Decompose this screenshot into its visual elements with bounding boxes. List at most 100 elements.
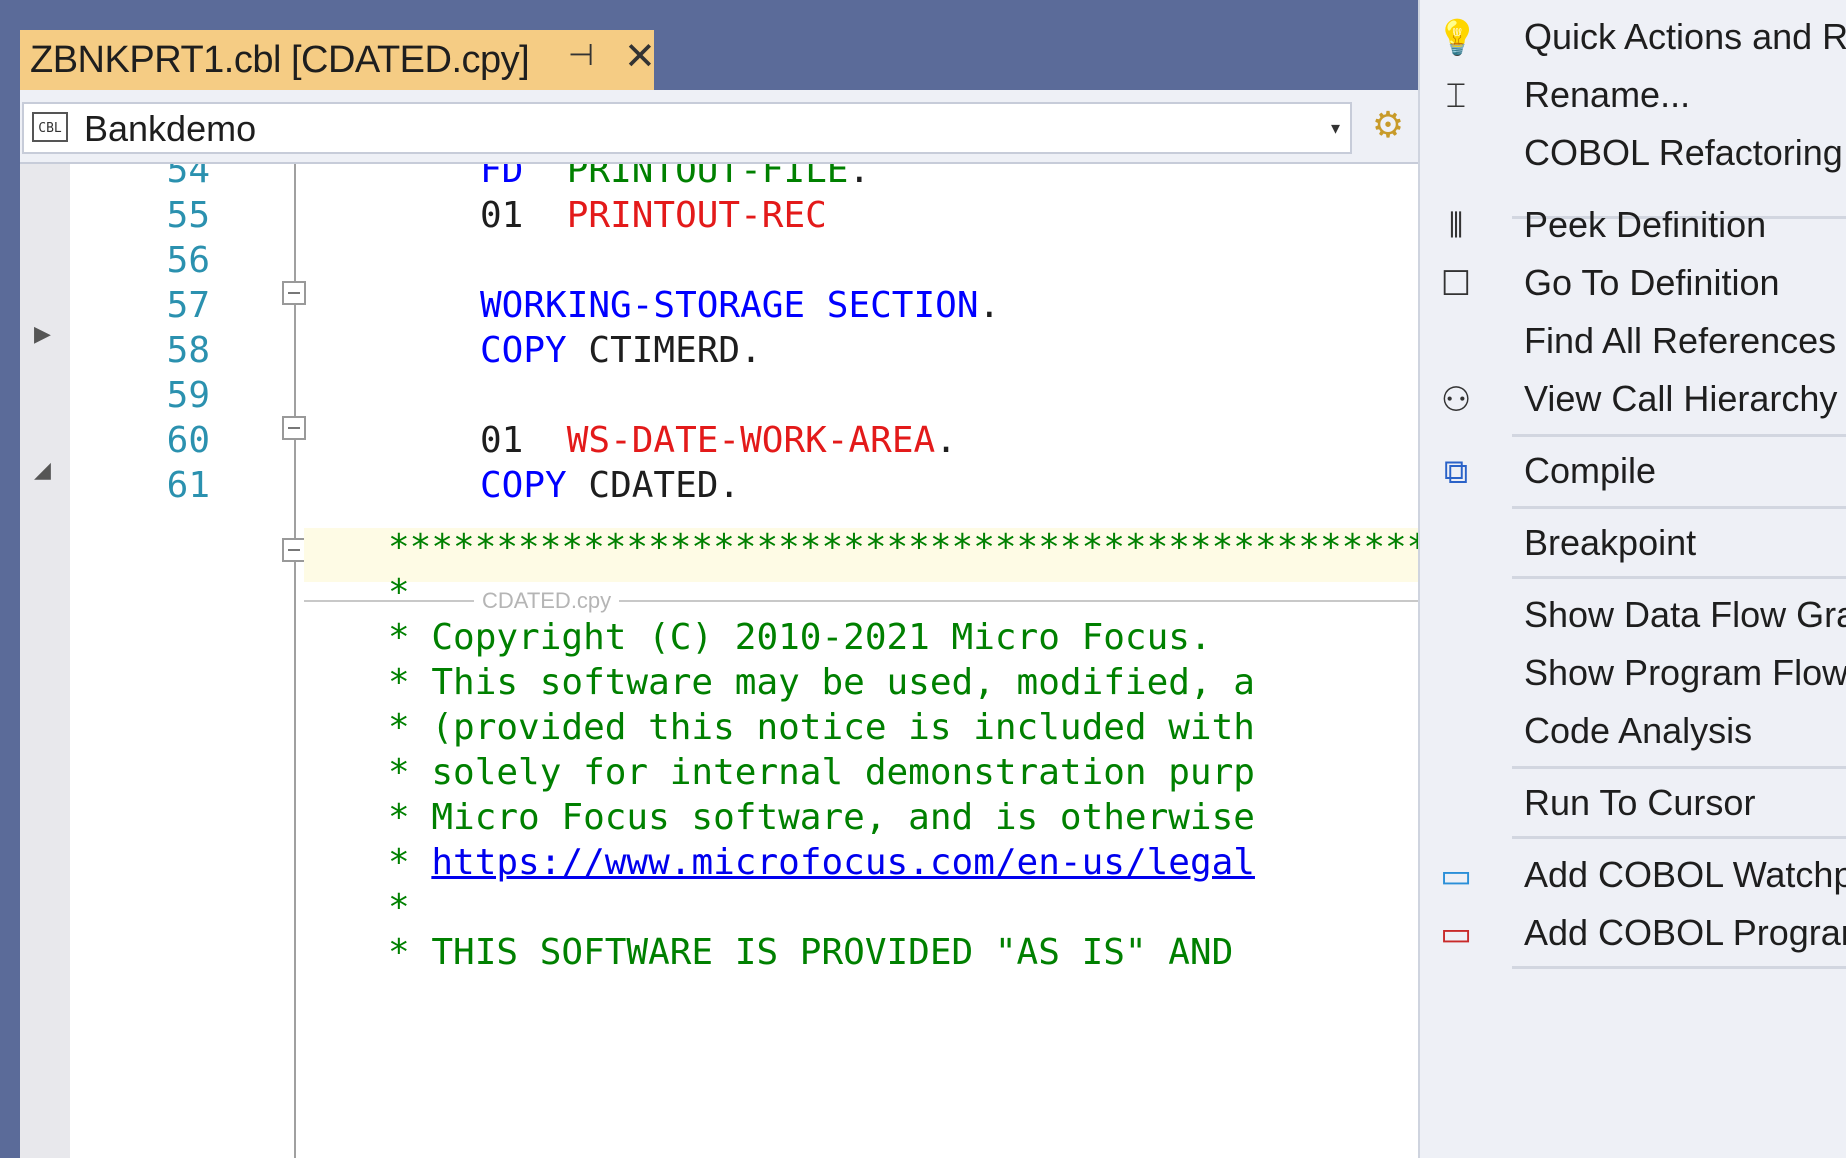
menu-item-label: Run To Cursor [1524,782,1756,823]
comment-line: * Copyright (C) 2010-2021 Micro Focus. [388,617,1255,658]
menu-item-run-to-cursor[interactable]: Run To Cursor [1420,772,1846,838]
watchpoint-icon: ▭ [1439,856,1473,896]
copybook-name: CTIMERD. [588,330,762,371]
keyword: WORKING-STORAGE SECTION [480,285,979,326]
code-line: 01 WS-DATE-WORK-AREA. [480,420,957,461]
close-icon[interactable]: ✕ [624,34,656,78]
menu-item-rename[interactable]: ⌶ Rename... [1420,64,1846,130]
comment-line: * [388,887,410,928]
period: . [848,164,871,191]
menu-item-label: COBOL Refactoring [1524,132,1843,173]
menu-item-compile[interactable]: ⧉ Compile [1420,440,1846,506]
menu-item-label: Quick Actions and R [1524,16,1846,57]
menu-item-add-cobol-program-breakpoint[interactable]: ▭ Add COBOL Prograr [1420,902,1846,968]
level-number: 01 [480,195,524,236]
fold-collapse-icon[interactable] [282,538,306,562]
code-line: WORKING-STORAGE SECTION. [480,285,1000,326]
menu-separator [1512,434,1846,437]
call-hierarchy-icon: ⚇ [1440,380,1472,420]
program-breakpoint-icon: ▭ [1439,914,1473,954]
data-name: PRINTOUT-REC [566,195,827,236]
menu-item-go-to-definition[interactable]: ☐ Go To Definition [1420,252,1846,318]
fold-collapse-icon[interactable] [282,281,306,305]
copybook-name: CDATED. [588,465,741,506]
code-line: COPY CDATED. [480,465,740,506]
document-tab[interactable]: ZBNKPRT1.cbl [CDATED.cpy] ⊣ ✕ [20,30,656,90]
menu-item-label: Code Analysis [1524,710,1753,751]
glyph-margin[interactable]: ▶ ◢ [20,164,70,1158]
comment-line: * solely for internal demonstration purp [388,752,1255,793]
menu-separator [1512,966,1846,969]
code-line: COPY CTIMERD. [480,330,762,371]
menu-item-label: Add COBOL Watchp [1524,854,1846,895]
comment-line: * [388,572,410,613]
legal-link[interactable]: https://www.microfocus.com/en-us/legal [431,842,1255,883]
menu-item-breakpoint[interactable]: Breakpoint [1420,512,1846,578]
line-number: 55 [166,195,210,236]
expand-arrow-icon[interactable]: ▶ [34,322,51,347]
menu-item-quick-actions[interactable]: 💡 Quick Actions and R [1420,6,1846,72]
code-line: FD PRINTOUT-FILE. [480,164,870,191]
menu-separator [1512,766,1846,769]
menu-item-view-call-hierarchy[interactable]: ⚇ View Call Hierarchy [1420,368,1846,434]
comment-line: ****************************************… [388,527,1418,568]
menu-item-cobol-refactoring[interactable]: COBOL Refactoring [1420,122,1846,188]
go-to-definition-icon: ☐ [1440,264,1472,304]
line-number: 57 [166,285,210,326]
menu-separator [1512,576,1846,579]
menu-item-show-data-flow[interactable]: Show Data Flow Gra [1420,584,1846,650]
document-tab-strip: ZBNKPRT1.cbl [CDATED.cpy] ⊣ ✕ [0,0,1418,90]
menu-item-peek-definition[interactable]: ⫴ Peek Definition [1420,194,1846,260]
project-name: Bankdemo [84,108,257,149]
line-number: 59 [166,375,210,416]
menu-item-code-analysis[interactable]: Code Analysis [1420,700,1846,766]
menu-item-add-cobol-watchpoint[interactable]: ▭ Add COBOL Watchp [1420,844,1846,910]
cobol-file-icon: CBL [32,112,68,142]
comment-line: * Micro Focus software, and is otherwise [388,797,1255,838]
menu-item-label: Breakpoint [1524,522,1697,563]
fold-collapse-icon[interactable] [282,416,306,440]
navigation-bar: CBL Bankdemo ▾ ⚙ [20,90,1418,164]
menu-item-label: Show Program Flow [1524,652,1846,693]
line-number: 56 [166,240,210,281]
project-dropdown[interactable]: CBL Bankdemo ▾ [22,102,1352,154]
period: . [935,420,957,461]
chevron-down-icon[interactable]: ▾ [1331,118,1340,139]
keyword: COPY [480,465,567,506]
comment-line: * This software may be used, modified, a [388,662,1255,703]
copybook-label: CDATED.cpy [474,588,620,614]
menu-separator [1512,506,1846,509]
menu-item-label: Find All References [1524,320,1837,361]
outline-guide [294,164,296,1158]
keyword: FD [480,164,524,191]
menu-item-label: Add COBOL Prograr [1524,912,1846,953]
comment-line: * https://www.microfocus.com/en-us/legal [388,842,1255,883]
menu-item-show-program-flow[interactable]: Show Program Flow [1420,642,1846,708]
comment-line: * THIS SOFTWARE IS PROVIDED "AS IS" AND [388,932,1255,973]
menu-item-label: Compile [1524,450,1657,491]
menu-item-find-all-references[interactable]: Find All References [1420,310,1846,376]
code-editor[interactable]: ▶ ◢ 54 55 56 57 58 59 60 61 FD PRINTOUT-… [20,164,1418,1158]
level-number: 01 [480,420,524,461]
menu-item-label: Rename... [1524,74,1691,115]
peek-definition-icon: ⫴ [1448,206,1464,246]
sync-navigation-icon[interactable]: ⚙ [1360,100,1416,152]
period: . [978,285,1001,326]
line-number: 61 [166,465,210,506]
context-menu: 💡 Quick Actions and R ⌶ Rename... COBOL … [1418,0,1846,1158]
keyword: COPY [480,330,567,371]
copybook-separator: CDATED.cpy [304,588,1418,614]
lightbulb-icon: 💡 [1436,18,1479,58]
menu-item-label: Show Data Flow Gra [1524,594,1846,635]
menu-item-label: View Call Hierarchy [1524,378,1838,419]
pin-icon[interactable]: ⊣ [568,38,594,73]
document-tab-title: ZBNKPRT1.cbl [CDATED.cpy] [30,38,530,81]
separator-rule [304,600,1418,602]
comment-line: * (provided this notice is included with [388,707,1255,748]
compile-icon: ⧉ [1443,452,1469,492]
file-name: PRINTOUT-FILE [566,164,849,191]
rename-icon: ⌶ [1445,76,1467,116]
data-name: WS-DATE-WORK-AREA [566,420,936,461]
collapse-arrow-icon[interactable]: ◢ [34,458,51,483]
line-number: 60 [166,420,210,461]
